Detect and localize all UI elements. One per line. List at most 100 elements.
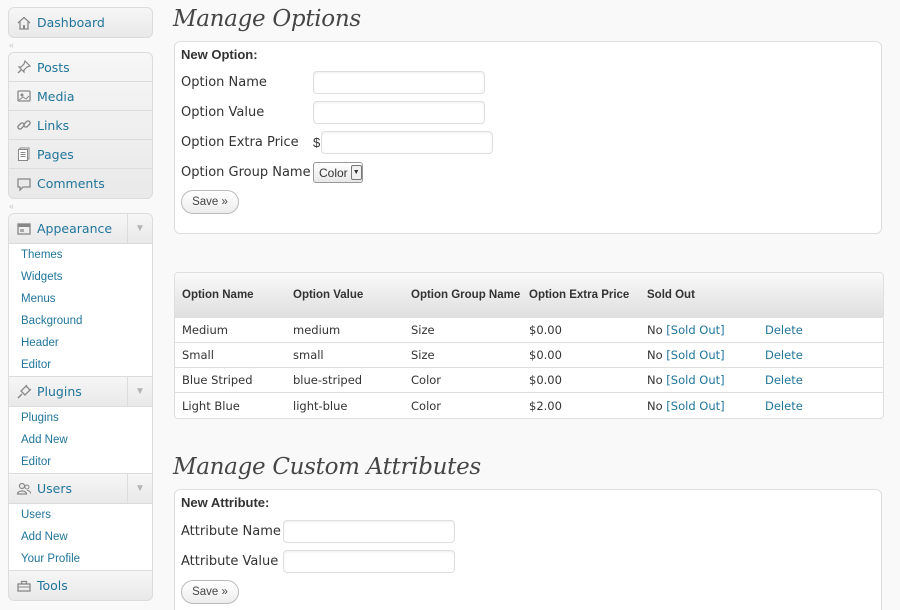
submenu-item-menus[interactable]: Menus [9, 288, 152, 310]
menu-links[interactable]: Links [9, 111, 152, 140]
sold-out-status: No [647, 398, 663, 413]
save-option-button[interactable]: Save » [181, 190, 239, 214]
menu-tools-label: Tools [37, 578, 68, 593]
new-option-form: New Option: Option Name Option Value Opt… [174, 41, 882, 234]
submenu-item-add-new-plugin[interactable]: Add New [9, 429, 152, 451]
menu-dashboard[interactable]: Dashboard [9, 8, 152, 37]
menu-plugins-label: Plugins [37, 384, 82, 399]
admin-sidebar: Dashboard « Posts Media Links Pages Comm… [8, 0, 153, 601]
submenu-item-plugins[interactable]: Plugins [9, 407, 152, 429]
menu-comments-label: Comments [37, 176, 105, 191]
menu-appearance[interactable]: Appearance ▼ [9, 214, 152, 243]
attribute-value-label: Attribute Value [181, 554, 279, 569]
delete-link[interactable]: Delete [765, 323, 875, 337]
submenu-item-themes[interactable]: Themes [9, 244, 152, 266]
cell-sold-out: No [Sold Out] [647, 323, 765, 337]
menu-group-users: Users ▼ [8, 473, 153, 504]
menu-posts-label: Posts [37, 59, 70, 75]
submenu-item-header[interactable]: Header [9, 332, 152, 354]
menu-plugins[interactable]: Plugins ▼ [9, 377, 152, 406]
menu-users-label: Users [37, 481, 73, 496]
menu-links-label: Links [37, 117, 70, 133]
appearance-icon [15, 220, 33, 238]
submenu-plugins: Plugins Add New Editor [8, 407, 153, 473]
submenu-item-editor[interactable]: Editor [9, 354, 152, 376]
pages-icon [15, 145, 33, 163]
mark-sold-out-link[interactable]: [Sold Out] [666, 348, 724, 362]
menu-users[interactable]: Users ▼ [9, 474, 152, 503]
submenu-item-your-profile[interactable]: Your Profile [9, 548, 152, 570]
column-header-option-value: Option Value [293, 288, 364, 301]
cell-option-value: blue-striped [293, 373, 363, 387]
cell-sold-out: No [Sold Out] [647, 348, 765, 362]
menu-dashboard-label: Dashboard [37, 15, 105, 30]
option-group-selected-value: Color [319, 165, 348, 180]
menu-comments[interactable]: Comments [9, 169, 152, 198]
option-name-input[interactable] [313, 71, 485, 94]
menu-tools[interactable]: Tools [9, 571, 152, 600]
menu-group-content: Posts Media Links Pages Comments [8, 52, 153, 199]
mark-sold-out-link[interactable]: [Sold Out] [666, 373, 724, 387]
users-icon [15, 480, 33, 498]
option-name-label: Option Name [181, 75, 267, 90]
pushpin-icon [15, 58, 33, 76]
cell-option-group: Color [411, 373, 442, 387]
save-attribute-button[interactable]: Save » [181, 580, 239, 604]
mark-sold-out-link[interactable]: [Sold Out] [666, 399, 724, 413]
speech-bubble-icon [15, 175, 33, 193]
cell-option-value: light-blue [293, 398, 348, 413]
new-attribute-form: New Attribute: Attribute Name Attribute … [174, 489, 882, 610]
menu-group-dashboard: Dashboard [8, 7, 153, 38]
submenu-item-users[interactable]: Users [9, 504, 152, 526]
table-row: Light Blue light-blue Color $2.00 No [So… [175, 393, 883, 418]
column-header-option-group-name: Option Group Name [411, 288, 521, 301]
cell-option-price: $0.00 [529, 348, 562, 362]
table-row: Small small Size $0.00 No [Sold Out] Del… [175, 343, 883, 368]
submenu-item-add-new-user[interactable]: Add New [9, 526, 152, 548]
expand-arrow-icon[interactable]: ▼ [127, 214, 152, 243]
submenu-item-background[interactable]: Background [9, 310, 152, 332]
cell-option-group: Size [411, 348, 435, 362]
table-row: Medium medium Size $0.00 No [Sold Out] D… [175, 318, 883, 343]
cell-option-group: Size [411, 323, 435, 337]
option-group-select[interactable]: Color ▼ [313, 162, 363, 183]
option-value-input[interactable] [313, 101, 485, 124]
submenu-item-widgets[interactable]: Widgets [9, 266, 152, 288]
attribute-name-input[interactable] [283, 520, 455, 543]
mark-sold-out-link[interactable]: [Sold Out] [666, 323, 724, 337]
menu-media-label: Media [37, 88, 75, 104]
currency-symbol: $ [313, 135, 321, 150]
column-header-option-name: Option Name [182, 288, 254, 301]
options-table: Option Name Option Value Option Group Na… [174, 272, 884, 419]
menu-media[interactable]: Media [9, 82, 152, 111]
menu-posts[interactable]: Posts [9, 53, 152, 82]
submenu-appearance: Themes Widgets Menus Background Header E… [8, 244, 153, 376]
menu-separator-collapse-icon[interactable]: « [8, 199, 153, 213]
expand-arrow-icon[interactable]: ▼ [127, 377, 152, 406]
toolbox-icon [15, 577, 33, 595]
dropdown-arrow-icon: ▼ [350, 165, 362, 180]
column-header-option-extra-price: Option Extra Price [529, 288, 630, 301]
menu-pages[interactable]: Pages [9, 140, 152, 169]
attribute-value-input[interactable] [283, 550, 455, 573]
cell-sold-out: No [Sold Out] [647, 399, 765, 413]
menu-group-tools: Tools [8, 570, 153, 601]
media-icon [15, 87, 33, 105]
cell-sold-out: No [Sold Out] [647, 373, 765, 387]
cell-option-group: Color [411, 398, 442, 413]
chain-link-icon [15, 116, 33, 134]
new-option-title: New Option: [181, 47, 258, 62]
delete-link[interactable]: Delete [765, 399, 875, 413]
menu-separator-collapse-icon[interactable]: « [8, 38, 153, 52]
submenu-item-plugin-editor[interactable]: Editor [9, 451, 152, 473]
expand-arrow-icon[interactable]: ▼ [127, 474, 152, 503]
option-extra-price-input[interactable] [321, 131, 493, 154]
delete-link[interactable]: Delete [765, 373, 875, 387]
cell-option-name: Small [182, 348, 214, 362]
cell-option-name: Light Blue [182, 398, 240, 413]
menu-group-plugins: Plugins ▼ [8, 376, 153, 407]
page-title-attributes: Manage Custom Attributes [173, 454, 481, 480]
delete-link[interactable]: Delete [765, 348, 875, 362]
cell-option-value: small [293, 348, 324, 362]
sold-out-status: No [647, 348, 663, 362]
